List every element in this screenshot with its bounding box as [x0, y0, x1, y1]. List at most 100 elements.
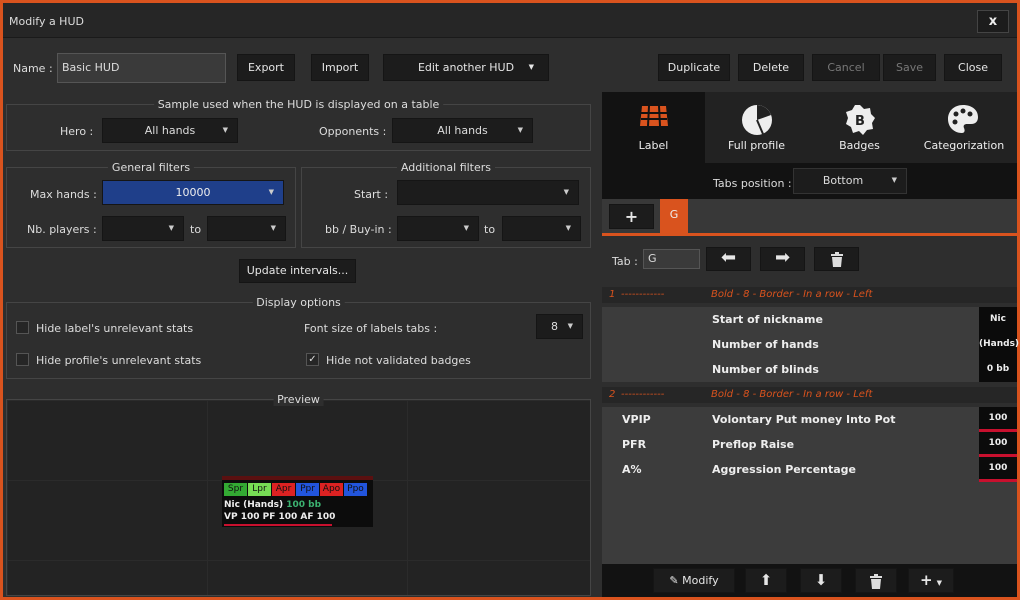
svg-text:B: B	[855, 114, 865, 129]
row-1-dashes: ------------	[621, 289, 665, 300]
left-panel: Sample used when the HUD is displayed on…	[3, 92, 599, 597]
tabs-position-value: Bottom	[822, 174, 864, 187]
close-window-button[interactable]: x	[977, 10, 1009, 33]
tab-badges-text: Badges	[839, 139, 880, 152]
arrow-right-icon: ➡	[774, 247, 791, 268]
hide-badges-text: Hide not validated badges	[326, 354, 471, 367]
stat-value: (Hands)	[979, 332, 1019, 357]
delete-button[interactable]: Delete	[738, 54, 804, 81]
stat-abbr: VPIP	[622, 413, 651, 426]
stat-value: Nic	[979, 307, 1017, 332]
save-button[interactable]: Save	[883, 54, 936, 81]
stat-row[interactable]: Number of blinds 0 bb	[602, 357, 1017, 382]
display-options-group: Display options	[6, 296, 591, 379]
hud-tabs-bar: + G	[602, 199, 1017, 236]
nb-players-max-select[interactable]: ▼	[207, 216, 286, 241]
nb-players-label: Nb. players :	[27, 223, 97, 236]
modify-label: Modify	[682, 574, 719, 587]
move-down-button[interactable]: ⬇	[800, 568, 842, 593]
additional-filters-title: Additional filters	[396, 161, 496, 174]
stat-row[interactable]: VPIP Volontary Put money Into Pot 100	[602, 407, 1017, 432]
preview-tab-ppr: Ppr	[296, 483, 319, 496]
chevron-down-icon: ▼	[268, 188, 274, 196]
to-label-2: to	[484, 223, 496, 236]
preview-tab-spr: Spr	[224, 483, 247, 496]
preview-bb: 100 bb	[286, 500, 322, 510]
tabs-position-select[interactable]: Bottom ▼	[793, 168, 907, 194]
preview-tab-apr: Apr	[272, 483, 295, 496]
cancel-button[interactable]: Cancel	[812, 54, 880, 81]
hud-name-input[interactable]: Basic HUD	[57, 53, 226, 83]
row-2-number: 2	[609, 389, 616, 400]
tabs-position-bar: Tabs position : Bottom ▼	[602, 163, 1017, 199]
edit-another-hud-label: Edit another HUD	[417, 61, 515, 74]
stat-row[interactable]: PFR Preflop Raise 100	[602, 432, 1017, 457]
nb-players-min-select[interactable]: ▼	[102, 216, 184, 241]
delete-row-button[interactable]	[855, 568, 897, 593]
tab-badges[interactable]: B Badges	[808, 92, 911, 163]
move-up-button[interactable]: ⬆	[745, 568, 787, 593]
start-select[interactable]: ▼	[397, 180, 579, 205]
preview-line-1: Nic (Hands) 100 bb	[224, 500, 321, 510]
edit-another-hud-dropdown[interactable]: Edit another HUD ▼	[383, 54, 549, 81]
stat-abbr: PFR	[622, 438, 647, 451]
hero-select[interactable]: All hands ▼	[102, 118, 238, 143]
to-label: to	[190, 223, 202, 236]
opponents-value: All hands	[437, 124, 488, 137]
stat-row[interactable]: A% Aggression Percentage 100	[602, 457, 1017, 482]
chevron-down-icon: ▼	[528, 63, 534, 71]
delete-tab-button[interactable]	[814, 247, 859, 271]
hero-value: All hands	[144, 124, 196, 137]
chevron-down-icon: ▼	[168, 224, 174, 232]
arrow-up-icon: ⬆	[759, 571, 773, 589]
stat-name: Aggression Percentage	[712, 463, 857, 476]
tab-full-profile-text: Full profile	[727, 139, 786, 152]
trash-icon	[870, 573, 882, 589]
add-tab-button[interactable]: +	[609, 204, 654, 229]
name-label: Name :	[13, 62, 53, 75]
update-intervals-button[interactable]: Update intervals...	[239, 259, 356, 283]
preview-tab-ppo: Ppo	[344, 483, 367, 496]
tab-categorization[interactable]: Categorization	[911, 92, 1017, 163]
chevron-down-icon: ▼	[463, 224, 469, 232]
chevron-down-icon: ▼	[517, 126, 523, 134]
stat-value: 100	[979, 457, 1017, 482]
bb-buyin-max-select[interactable]: ▼	[502, 216, 581, 241]
row-2-dashes: ------------	[621, 389, 665, 400]
bb-buyin-label: bb / Buy-in :	[325, 223, 392, 236]
general-filters-title: General filters	[107, 161, 195, 174]
bb-buyin-min-select[interactable]: ▼	[397, 216, 479, 241]
move-tab-left-button[interactable]: ⬅	[706, 247, 751, 271]
max-hands-select[interactable]: 10000 ▼	[102, 180, 284, 205]
tabs-position-label: Tabs position :	[713, 177, 792, 190]
font-size-value: 8	[551, 320, 558, 333]
preview-line-2: VP 100 PF 100 AF 100	[224, 512, 336, 522]
tab-name-input[interactable]: G	[643, 249, 700, 269]
stat-row[interactable]: Number of hands (Hands)	[602, 332, 1019, 357]
close-button[interactable]: Close	[944, 54, 1002, 81]
preview-tabs: Spr Lpr Apr Ppr Apo Ppo	[224, 483, 367, 496]
font-size-select[interactable]: 8 ▼	[536, 314, 583, 339]
hud-editor-window: Modify a HUD x Name : Basic HUD Export I…	[3, 3, 1019, 597]
add-menu-button[interactable]: + ▼	[908, 568, 954, 593]
hide-label-checkbox[interactable]	[16, 321, 29, 334]
chevron-down-icon: ▼	[936, 579, 942, 587]
move-tab-right-button[interactable]: ➡	[760, 247, 805, 271]
export-button[interactable]: Export	[237, 54, 295, 81]
bottom-toolbar: ✎ Modify ⬆ ⬇ + ▼	[602, 564, 1017, 597]
stat-name: Start of nickname	[712, 313, 823, 326]
stat-value: 100	[979, 407, 1017, 432]
opponents-label: Opponents :	[319, 125, 387, 138]
opponents-select[interactable]: All hands ▼	[392, 118, 533, 143]
tab-label[interactable]: Label	[602, 92, 705, 163]
hide-badges-checkbox[interactable]: ✓	[306, 353, 319, 366]
preview-title: Preview	[273, 393, 324, 406]
import-button[interactable]: Import	[311, 54, 369, 81]
duplicate-button[interactable]: Duplicate	[658, 54, 730, 81]
tab-full-profile[interactable]: Full profile	[705, 92, 808, 163]
modify-button[interactable]: ✎ Modify	[653, 568, 735, 593]
hud-tab-g[interactable]: G	[660, 199, 688, 233]
chevron-down-icon: ▼	[222, 126, 228, 134]
stat-row[interactable]: Start of nickname Nic	[602, 307, 1017, 332]
hide-profile-checkbox[interactable]	[16, 353, 29, 366]
